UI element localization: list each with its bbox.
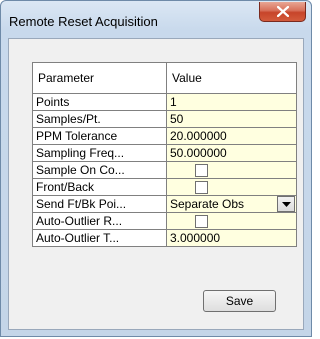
front-back-checkbox[interactable]: [195, 181, 208, 195]
parameter-table: Parameter Value Points 1 Samples/Pt. 50 …: [32, 62, 297, 247]
send-ft-bk-dropdown[interactable]: Separate Obs: [170, 196, 296, 212]
column-header-parameter: Parameter: [32, 62, 167, 94]
param-value-field[interactable]: 3.000000: [166, 229, 297, 247]
param-label: Front/Back: [32, 178, 167, 196]
table-row[interactable]: Sampling Freq... 50.000000: [32, 144, 297, 162]
column-header-value: Value: [166, 62, 297, 94]
param-value-cell: Separate Obs: [166, 195, 297, 213]
close-x-icon: [277, 6, 289, 17]
table-row[interactable]: Auto-Outlier T... 3.000000: [32, 229, 297, 247]
dropdown-selected-value: Separate Obs: [170, 197, 245, 211]
chevron-down-icon: [282, 202, 291, 207]
param-value-field[interactable]: 50: [166, 110, 297, 128]
param-label: Sampling Freq...: [32, 144, 167, 162]
param-value-cell: [166, 212, 297, 230]
param-label: Samples/Pt.: [32, 110, 167, 128]
param-label: Send Ft/Bk Poi...: [32, 195, 167, 213]
table-row[interactable]: Send Ft/Bk Poi... Separate Obs: [32, 195, 297, 213]
table-row[interactable]: Sample On Co...: [32, 161, 297, 179]
param-value-cell: [166, 178, 297, 196]
param-value-field[interactable]: 50.000000: [166, 144, 297, 162]
param-label: Points: [32, 93, 167, 111]
close-button[interactable]: [259, 2, 306, 22]
save-button[interactable]: Save: [203, 290, 276, 312]
window-title: Remote Reset Acquisition: [9, 14, 158, 29]
param-value-cell: [166, 161, 297, 179]
table-row[interactable]: PPM Tolerance 20.000000: [32, 127, 297, 145]
table-row[interactable]: Points 1: [32, 93, 297, 111]
sample-on-checkbox[interactable]: [195, 164, 208, 178]
param-label: Sample On Co...: [32, 161, 167, 179]
table-header-row: Parameter Value: [32, 62, 297, 94]
table-row[interactable]: Front/Back: [32, 178, 297, 196]
param-value-field[interactable]: 1: [166, 93, 297, 111]
param-label: Auto-Outlier T...: [32, 229, 167, 247]
param-label: PPM Tolerance: [32, 127, 167, 145]
table-row[interactable]: Samples/Pt. 50: [32, 110, 297, 128]
dropdown-button[interactable]: [277, 196, 295, 212]
title-bar[interactable]: Remote Reset Acquisition: [1, 1, 311, 37]
param-label: Auto-Outlier R...: [32, 212, 167, 230]
auto-outlier-checkbox[interactable]: [195, 215, 208, 229]
table-row[interactable]: Auto-Outlier R...: [32, 212, 297, 230]
param-value-field[interactable]: 20.000000: [166, 127, 297, 145]
